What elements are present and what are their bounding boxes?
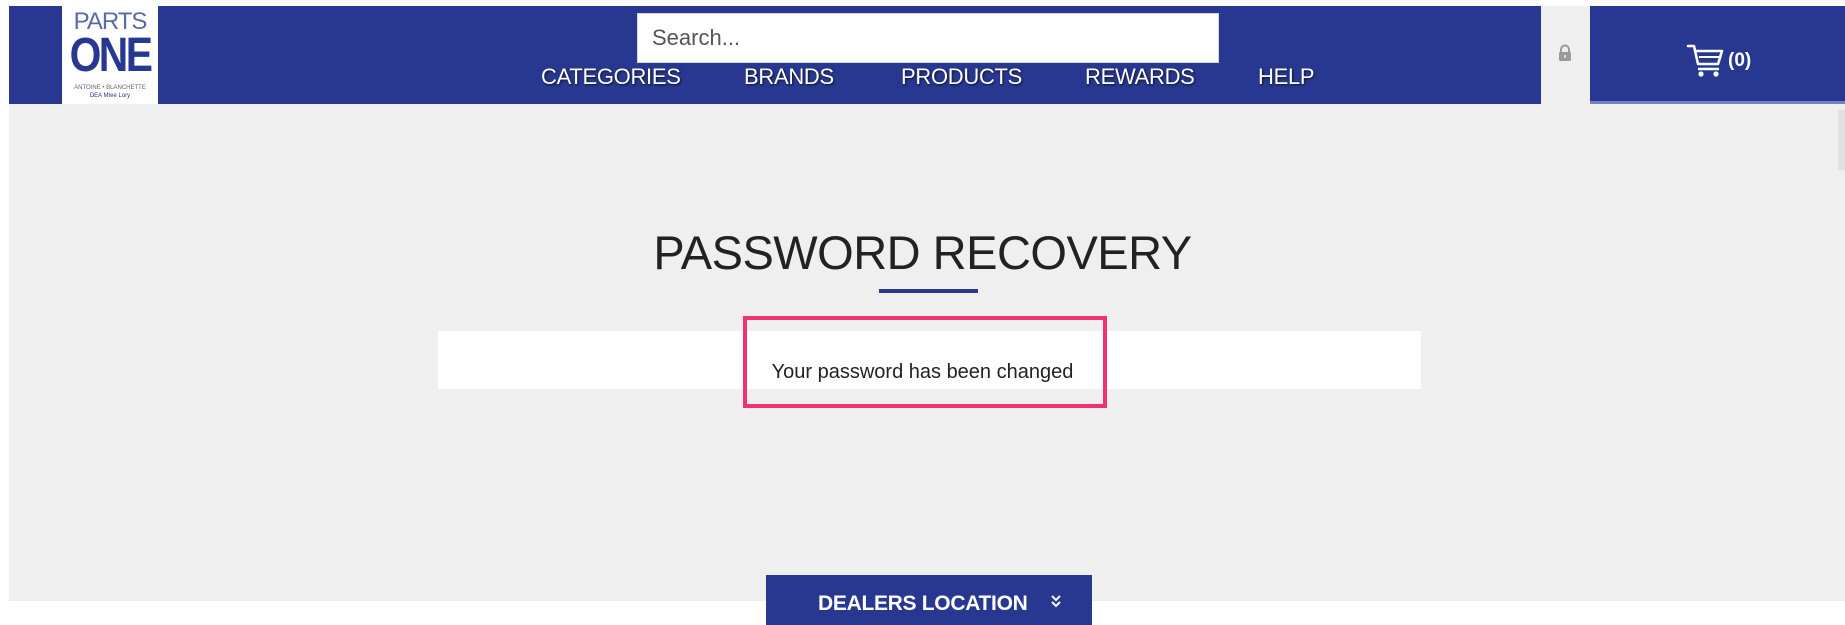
logo-sub-text: ANTOINE • BLANCHETTE [74, 85, 146, 91]
cart-count: (0) [1728, 50, 1752, 71]
nav-rewards[interactable]: REWARDS [1085, 64, 1195, 90]
cart-button[interactable]: (0) [1590, 6, 1845, 104]
cart-icon [1686, 44, 1724, 77]
logo-sub-text-2: DEA Mtee Lory [89, 93, 131, 99]
nav-categories[interactable]: CATEGORIES [541, 64, 681, 90]
lock-icon [1559, 44, 1571, 61]
highlight-box [743, 316, 1107, 408]
dealers-location-label: DEALERS LOCATION [818, 592, 1028, 615]
parts-one-logo[interactable]: PARTS ONE ANTOINE • BLANCHETTE DEA Mtee … [62, 6, 158, 104]
search-input[interactable] [637, 13, 1219, 63]
double-chevron-down-icon [1051, 595, 1061, 608]
account-button[interactable] [1541, 6, 1590, 104]
title-underline [879, 289, 978, 293]
dealers-location-button[interactable]: DEALERS LOCATION [766, 575, 1092, 625]
nav-products[interactable]: PRODUCTS [901, 64, 1022, 90]
page-title: PASSWORD RECOVERY [653, 226, 1192, 279]
edge-shadow [1838, 110, 1845, 170]
nav-brands[interactable]: BRANDS [744, 64, 834, 90]
nav-help[interactable]: HELP [1258, 64, 1315, 90]
logo-big-text: ONE [69, 29, 153, 82]
